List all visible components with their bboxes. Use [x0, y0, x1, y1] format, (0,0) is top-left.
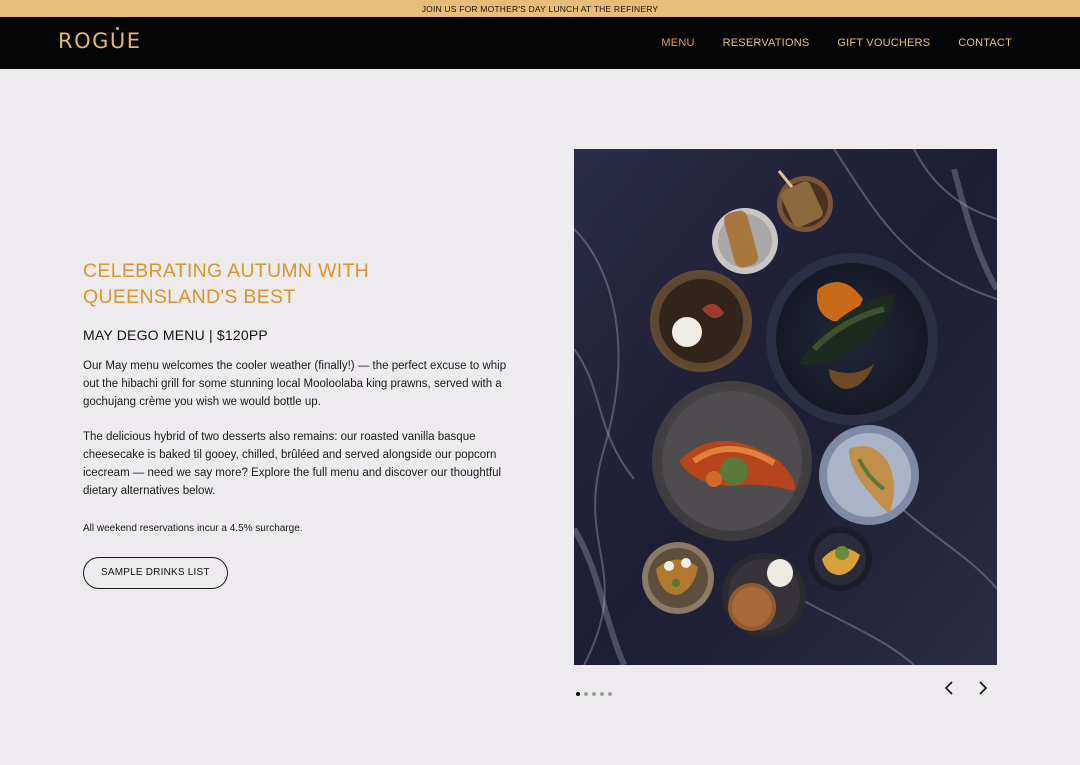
headline-line-1: CELEBRATING AUTUMN WITH — [83, 260, 370, 282]
chevron-left-icon — [944, 681, 953, 695]
carousel-dot-3[interactable] — [592, 692, 596, 696]
sample-drinks-list-button[interactable]: SAMPLE DRINKS LIST — [83, 557, 228, 589]
intro-paragraph-2: The delicious hybrid of two desserts als… — [83, 431, 502, 497]
menu-subheading: MAY DEGO MENU | $120PP — [83, 327, 268, 343]
intro-paragraph-1: Our May menu welcomes the cooler weather… — [83, 360, 507, 408]
chevron-right-icon — [979, 681, 988, 695]
logo-dot — [116, 27, 119, 30]
headline-line-2: QUEENSLAND'S BEST — [83, 286, 296, 308]
nav-item-menu[interactable]: MENU — [661, 37, 694, 49]
food-platter-image — [574, 149, 997, 665]
nav-item-gift-vouchers[interactable]: GIFT VOUCHERS — [837, 37, 930, 49]
site-logo[interactable]: ROGUE — [58, 29, 142, 53]
carousel-next-button[interactable] — [973, 678, 993, 698]
carousel-pagination — [576, 692, 612, 696]
surcharge-note: All weekend reservations incur a 4.5% su… — [83, 523, 303, 534]
carousel-prev-button[interactable] — [939, 678, 959, 698]
announcement-bar[interactable]: JOIN US FOR MOTHER'S DAY LUNCH AT THE RE… — [0, 0, 1080, 17]
nav-item-contact[interactable]: CONTACT — [958, 37, 1012, 49]
page-headline: CELEBRATING AUTUMN WITH QUEENSLAND'S BES… — [83, 258, 513, 310]
carousel-food-photo[interactable] — [574, 149, 997, 665]
announcement-text[interactable]: JOIN US FOR MOTHER'S DAY LUNCH AT THE RE… — [422, 4, 659, 14]
carousel-dot-1[interactable] — [576, 692, 580, 696]
nav-item-reservations[interactable]: RESERVATIONS — [723, 37, 810, 49]
carousel-dot-4[interactable] — [600, 692, 604, 696]
top-navigation: ROGUE MENU RESERVATIONS GIFT VOUCHERS CO… — [0, 17, 1080, 69]
carousel-dot-2[interactable] — [584, 692, 588, 696]
menu-intro: CELEBRATING AUTUMN WITH QUEENSLAND'S BES… — [83, 258, 513, 589]
main-nav: MENU RESERVATIONS GIFT VOUCHERS CONTACT — [661, 17, 1012, 69]
carousel-dot-5[interactable] — [608, 692, 612, 696]
